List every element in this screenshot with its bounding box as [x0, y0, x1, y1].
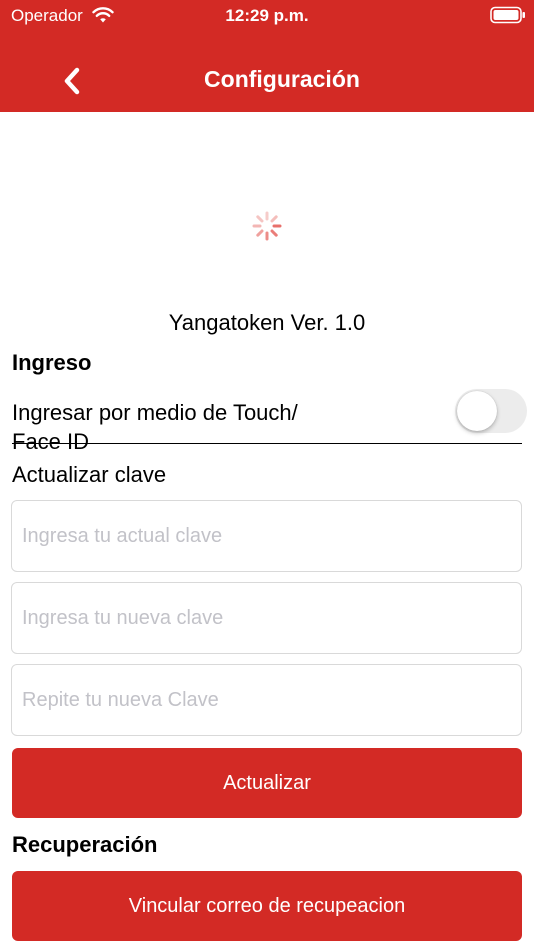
- status-bar: Operador 12:29 p.m.: [0, 0, 534, 32]
- link-recovery-email-label: Vincular correo de recupeacion: [128, 894, 406, 917]
- navigation-header: Operador 12:29 p.m. Configuración: [0, 0, 534, 112]
- section-title-recuperacion: Recuperación: [12, 832, 158, 857]
- page-title: Configuración: [204, 66, 360, 92]
- section-title-ingreso: Ingreso: [12, 350, 92, 375]
- current-password-field[interactable]: [11, 500, 522, 572]
- spinner-icon: [252, 211, 282, 241]
- section-title-actualizar-clave: Actualizar clave: [12, 462, 167, 487]
- battery-full-icon: [490, 6, 525, 24]
- current-password-input[interactable]: [12, 501, 521, 571]
- touch-id-label: Ingresar por medio de Touch/ Face ID: [12, 400, 298, 454]
- new-password-input[interactable]: [12, 583, 521, 653]
- repeat-password-input[interactable]: [12, 665, 521, 735]
- touch-id-toggle[interactable]: [455, 389, 527, 433]
- divider: [12, 443, 522, 444]
- new-password-field[interactable]: [11, 582, 522, 654]
- status-time: 12:29 p.m.: [225, 6, 309, 25]
- repeat-password-field[interactable]: [11, 664, 522, 736]
- version-label: Yangatoken Ver. 1.0: [168, 310, 366, 335]
- toggle-knob: [457, 391, 497, 431]
- update-password-button-label: Actualizar: [223, 771, 311, 794]
- link-recovery-email-button[interactable]: Vincular correo de recupeacion: [12, 871, 522, 941]
- update-password-button[interactable]: Actualizar: [12, 748, 522, 818]
